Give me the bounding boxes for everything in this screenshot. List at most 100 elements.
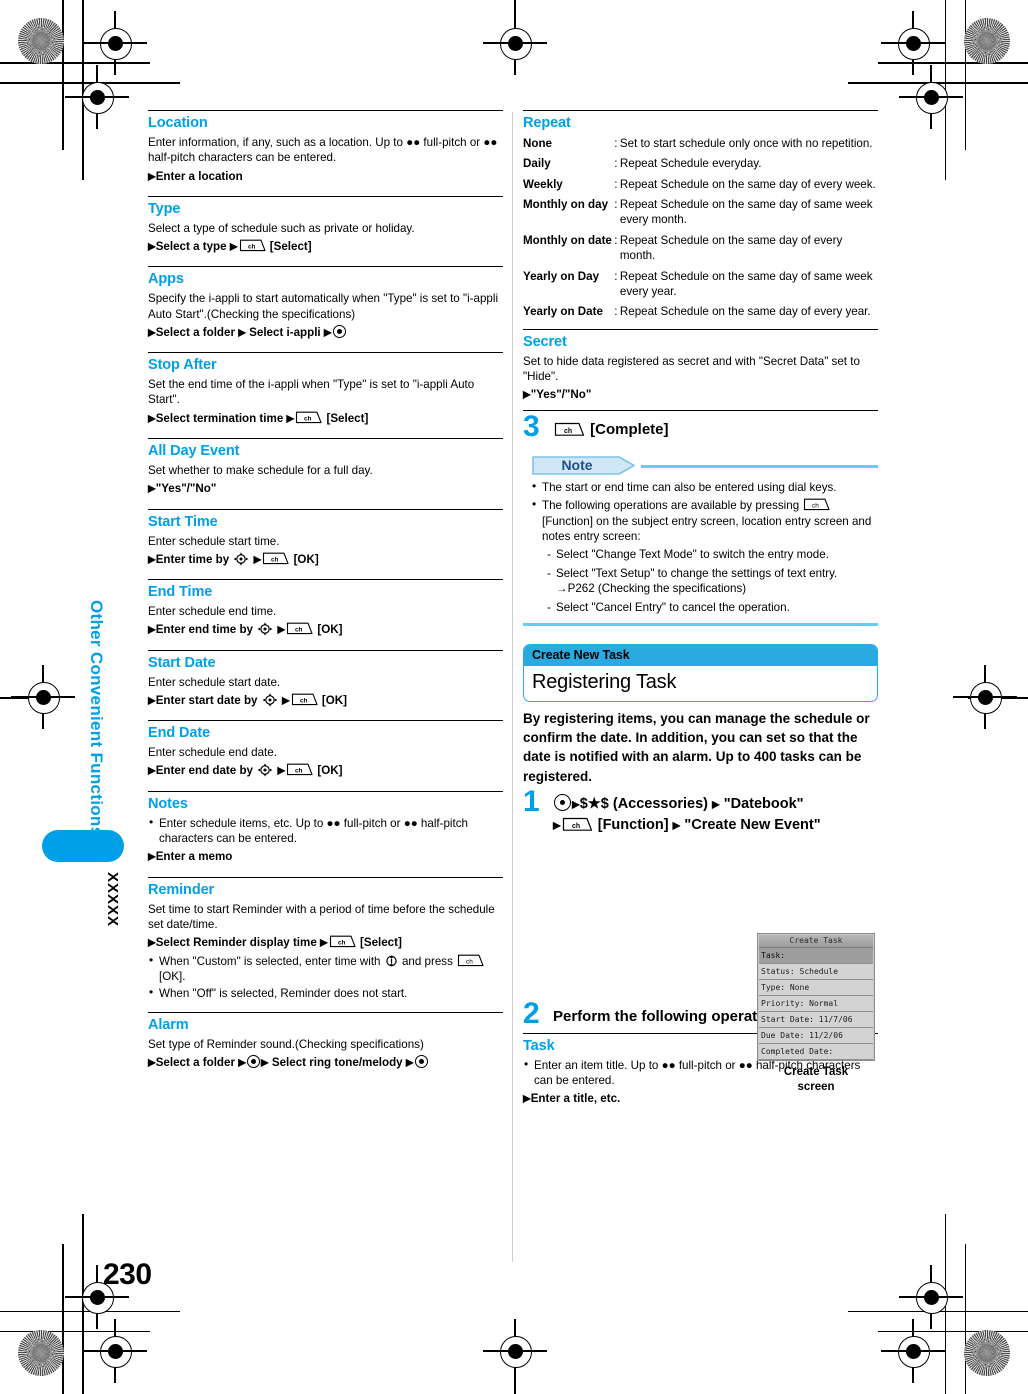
bullet-arrow-icon: ▶ bbox=[277, 624, 286, 636]
ch-key-icon: ch bbox=[286, 622, 313, 635]
svg-text:ch: ch bbox=[466, 958, 473, 965]
section-body: Select a type of schedule such as privat… bbox=[148, 221, 415, 235]
operation-text: Enter a memo bbox=[155, 850, 233, 864]
note-text-b: [Function] on the subject entry screen, … bbox=[542, 514, 872, 543]
section-reminder: Reminder Set time to start Reminder with… bbox=[148, 876, 503, 1001]
operation-line: ▶Enter a location bbox=[148, 168, 503, 185]
registration-target bbox=[65, 65, 129, 129]
bullet-text-c: [OK]. bbox=[159, 970, 186, 984]
column-divider bbox=[512, 112, 513, 1262]
starburst-registration-mark bbox=[18, 1330, 64, 1376]
bullet-arrow-icon: ▶ bbox=[148, 1057, 156, 1069]
svg-text:ch: ch bbox=[300, 698, 308, 705]
bullet-arrow-icon: ▶ bbox=[281, 695, 290, 707]
section-body: Specify the i-appli to start automatical… bbox=[148, 292, 499, 321]
section-rule bbox=[148, 720, 503, 722]
list-item: Select "Text Setup" to change the settin… bbox=[545, 566, 878, 597]
operation-mid: Select i-appli bbox=[249, 325, 321, 339]
phone-screen-row: Status: Schedule bbox=[759, 964, 873, 980]
dpad-key-icon bbox=[257, 763, 273, 778]
bullet-arrow-icon: ▶ bbox=[523, 389, 531, 401]
repeat-term: Yearly on Day bbox=[523, 269, 600, 283]
section-heading: Apps bbox=[148, 271, 184, 288]
step1-line1b: "Datebook" bbox=[723, 795, 804, 812]
bullet-arrow-icon: ▶ bbox=[148, 765, 156, 777]
operation-text: "Yes"/"No" bbox=[155, 482, 217, 496]
svg-text:ch: ch bbox=[271, 557, 279, 564]
step-label: [Complete] bbox=[590, 420, 669, 438]
registration-target bbox=[483, 1319, 547, 1383]
operation-line: ▶Enter end date by ▶ ch [OK] bbox=[148, 762, 503, 779]
note-badge: Note bbox=[531, 455, 637, 476]
section-rule bbox=[523, 328, 878, 330]
ch-key-icon: ch bbox=[554, 422, 585, 437]
step-rule bbox=[523, 409, 878, 411]
chapter-tab-marker bbox=[42, 830, 124, 862]
section-body: Enter information, if any, such as a loc… bbox=[148, 135, 498, 165]
section-heading: Stop After bbox=[148, 357, 217, 374]
section-body: Enter schedule end date. bbox=[148, 746, 277, 760]
section-stop-after: Stop After Set the end time of the i-app… bbox=[148, 352, 503, 427]
section-heading: End Date bbox=[148, 725, 211, 742]
bullet-arrow-icon: ▶ bbox=[572, 799, 580, 811]
list-item: The start or end time can also be entere… bbox=[531, 479, 878, 495]
section-body: Set to hide data registered as secret an… bbox=[523, 354, 860, 383]
operation-text: Enter end time by bbox=[155, 623, 253, 637]
list-item: Enter schedule items, etc. Up to ●● full… bbox=[148, 815, 503, 847]
bullet-text-b: and press bbox=[401, 954, 453, 968]
step-1: 1 ▶$★$ (Accessories) ▶ "Datebook" ▶ ch [F… bbox=[523, 786, 878, 836]
create-task-screenshot-figure: Create Task Task: Status: Schedule Type:… bbox=[757, 933, 875, 1095]
note-badge-label: Note bbox=[561, 456, 593, 473]
section-end-date: End Date Enter schedule end date. ▶Enter… bbox=[148, 720, 503, 780]
crop-line bbox=[62, 0, 64, 150]
bullet-arrow-icon: ▶ bbox=[148, 327, 156, 339]
phone-screen-row: Priority: Normal bbox=[759, 996, 873, 1012]
left-column: Location Enter information, if any, such… bbox=[148, 110, 503, 1073]
intro-paragraph: By registering items, you can manage the… bbox=[523, 711, 870, 784]
registration-target bbox=[881, 1319, 945, 1383]
step1-line2a: [Function] bbox=[597, 816, 669, 833]
step-number: 2 bbox=[523, 996, 540, 1030]
ch-key-icon: ch bbox=[262, 552, 289, 565]
dpad-key-icon bbox=[257, 622, 273, 637]
section-end-time: End Time Enter schedule end time. ▶Enter… bbox=[148, 579, 503, 639]
section-heading: Notes bbox=[148, 795, 188, 812]
note-rule bbox=[641, 464, 878, 468]
section-location: Location Enter information, if any, such… bbox=[148, 110, 503, 185]
section-heading: Location bbox=[148, 115, 208, 131]
section-apps: Apps Specify the i-appli to start automa… bbox=[148, 266, 503, 341]
section-body: Set whether to make schedule for a full … bbox=[148, 464, 373, 477]
section-rule bbox=[148, 110, 503, 111]
section-body: Set the end time of the i-appli when "Ty… bbox=[148, 378, 475, 407]
bullet-arrow-icon: ▶ bbox=[323, 327, 332, 339]
section-heading: Start Date bbox=[148, 654, 216, 671]
starburst-registration-mark bbox=[964, 18, 1010, 64]
section-heading: Alarm bbox=[148, 1016, 189, 1033]
phone-screen-row: Type: None bbox=[759, 980, 873, 996]
section-all-day-event: All Day Event Set whether to make schedu… bbox=[148, 438, 503, 498]
bullet-arrow-icon: ▶ bbox=[148, 554, 156, 566]
repeat-desc: Repeat Schedule on the same day of every… bbox=[619, 233, 843, 263]
operation-mid: Select ring tone/melody bbox=[271, 1056, 403, 1070]
starburst-registration-mark bbox=[964, 1330, 1010, 1376]
crop-line bbox=[62, 1244, 64, 1394]
section-notes: Notes Enter schedule items, etc. Up to ●… bbox=[148, 790, 503, 866]
crop-line bbox=[964, 1244, 966, 1394]
registration-target bbox=[881, 11, 945, 75]
operation-line: ▶"Yes"/"No" bbox=[148, 480, 503, 497]
dpad-key-icon bbox=[233, 552, 249, 566]
panel-title: Registering Task bbox=[532, 670, 677, 693]
repeat-term: Weekly bbox=[523, 177, 563, 191]
repeat-desc: Set to start schedule only once with no … bbox=[619, 136, 873, 150]
repeat-colon: : bbox=[614, 197, 618, 211]
ch-key-icon: ch bbox=[286, 763, 313, 776]
table-row: Yearly on Day : Repeat Schedule on the s… bbox=[523, 269, 878, 305]
operation-text: Select a folder bbox=[155, 325, 235, 339]
svg-text:ch: ch bbox=[338, 940, 346, 947]
operation-text: Select a folder bbox=[155, 1056, 235, 1070]
repeat-term: Monthly on date bbox=[523, 233, 612, 247]
notes-bullet-list: Enter schedule items, etc. Up to ●● full… bbox=[148, 815, 503, 847]
svg-text:ch: ch bbox=[812, 503, 819, 510]
section-rule bbox=[148, 266, 503, 268]
section-rule bbox=[148, 1011, 503, 1013]
